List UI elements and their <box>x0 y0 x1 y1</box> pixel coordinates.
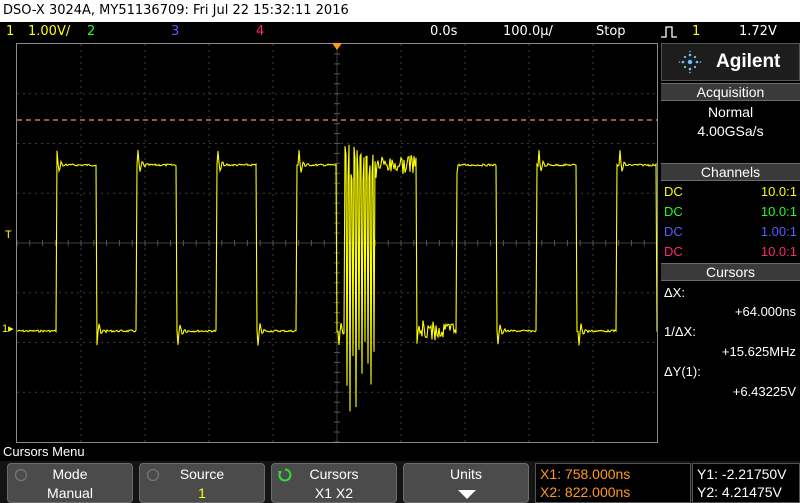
ch1-probe: 10.0:1 <box>760 184 797 199</box>
title-text: DSO-X 3024A, MY51136709: Fri Jul 22 15:3… <box>3 3 349 18</box>
acquisition-heading[interactable]: Acquisition <box>661 83 800 101</box>
graticule <box>17 44 657 442</box>
channel-row-4[interactable]: DC 10.0:1 <box>664 242 797 262</box>
source-softkey-value: 1 <box>198 485 206 501</box>
acquisition-mode: Normal <box>707 104 754 120</box>
info-panel: Agilent Acquisition Normal 4.00GSa/s Cha… <box>661 43 800 443</box>
sample-rate: 4.00GSa/s <box>697 123 764 139</box>
ch4-indicator[interactable]: 4 <box>256 22 264 42</box>
ch2-probe: 10.0:1 <box>760 204 797 219</box>
channels-heading[interactable]: Channels <box>661 163 800 181</box>
ch2-coupling: DC <box>664 204 683 219</box>
channel-row-3[interactable]: DC 1.00:1 <box>664 222 797 242</box>
brand-name: Agilent <box>716 51 781 72</box>
acquisition-section: Normal 4.00GSa/s <box>661 102 800 162</box>
menu-title-label: Cursors Menu <box>3 444 85 459</box>
trigger-level-marker: T <box>5 229 12 241</box>
ch1-coupling: DC <box>664 184 683 199</box>
trigger-source[interactable]: 1 <box>692 22 700 42</box>
y1-readout: Y1: -2.21750V <box>697 466 787 482</box>
ch1-scale[interactable]: 1.00V/ <box>28 22 70 42</box>
channel-row-2[interactable]: DC 10.0:1 <box>664 202 797 222</box>
brand-logo: Agilent <box>661 43 800 81</box>
softkey-bar: Mode Manual Source 1 Cursors X1 X2 Units… <box>0 461 800 503</box>
delta-x-value: +64.000ns <box>734 304 796 319</box>
y-cursor-readout: Y1: -2.21750V Y2: 4.21475V <box>692 463 800 503</box>
mode-softkey-value: Manual <box>47 485 93 501</box>
ch1-indicator[interactable]: 1 <box>6 22 14 42</box>
mode-softkey-title: Mode <box>52 466 88 482</box>
time-reference-marker <box>332 43 342 50</box>
delta-y-value: +6.43225V <box>732 384 796 399</box>
channels-section: DC 10.0:1 DC 10.0:1 DC 1.00:1 DC 10.0:1 <box>661 182 800 262</box>
cursors-softkey-title: Cursors <box>309 466 359 482</box>
x1-readout: X1: 758.000ns <box>540 466 631 482</box>
x2-readout: X2: 822.000ns <box>540 484 631 500</box>
units-softkey[interactable]: Units <box>403 463 529 503</box>
trigger-marker-label: T <box>5 229 12 241</box>
inverse-delta-x-value: +15.625MHz <box>721 344 796 359</box>
submenu-arrow-icon <box>458 490 476 499</box>
waveform-display[interactable] <box>16 43 658 443</box>
ch4-probe: 10.0:1 <box>760 244 797 259</box>
time-scale[interactable]: 100.0µ/ <box>503 22 553 42</box>
run-state[interactable]: Stop <box>596 22 626 42</box>
acquisition-heading-label: Acquisition <box>696 84 765 100</box>
mode-softkey[interactable]: Mode Manual <box>7 463 133 503</box>
menu-title: Cursors Menu <box>0 443 800 461</box>
x-cursor-readout: X1: 758.000ns X2: 822.000ns <box>535 463 691 503</box>
cursors-softkey-value: X1 X2 <box>314 485 354 501</box>
ch4-coupling: DC <box>664 244 683 259</box>
y2-readout: Y2: 4.21475V <box>697 484 782 500</box>
ch1-ground-marker: 1▸ <box>2 323 14 335</box>
cursors-section: ΔX: +64.000ns 1/ΔX: +15.625MHz ΔY(1): +6… <box>661 282 800 402</box>
ch3-coupling: DC <box>664 224 683 239</box>
ch2-indicator[interactable]: 2 <box>87 22 95 42</box>
ch3-indicator[interactable]: 3 <box>171 22 179 42</box>
delta-x-label: ΔX: <box>664 285 685 300</box>
cursors-heading[interactable]: Cursors <box>661 263 800 281</box>
source-softkey[interactable]: Source 1 <box>139 463 265 503</box>
agilent-spark-icon <box>678 50 702 74</box>
channels-heading-label: Channels <box>700 164 761 180</box>
delta-y-label: ΔY(1): <box>664 364 701 379</box>
units-softkey-title: Units <box>450 466 482 482</box>
source-softkey-title: Source <box>179 466 225 482</box>
channel-row-1[interactable]: DC 10.0:1 <box>664 182 797 202</box>
status-bar: 1 1.00V/ 2 3 4 0.0s 100.0µ/ Stop 1 1.72V <box>0 22 800 42</box>
time-offset[interactable]: 0.0s <box>430 22 457 42</box>
trigger-level[interactable]: 1.72V <box>739 22 777 42</box>
inverse-delta-x-label: 1/ΔX: <box>664 324 696 339</box>
cursors-heading-label: Cursors <box>705 264 755 280</box>
ch3-probe: 1.00:1 <box>760 224 797 239</box>
title-bar: DSO-X 3024A, MY51136709: Fri Jul 22 15:3… <box>0 0 800 22</box>
cursors-softkey[interactable]: Cursors X1 X2 <box>271 463 397 503</box>
